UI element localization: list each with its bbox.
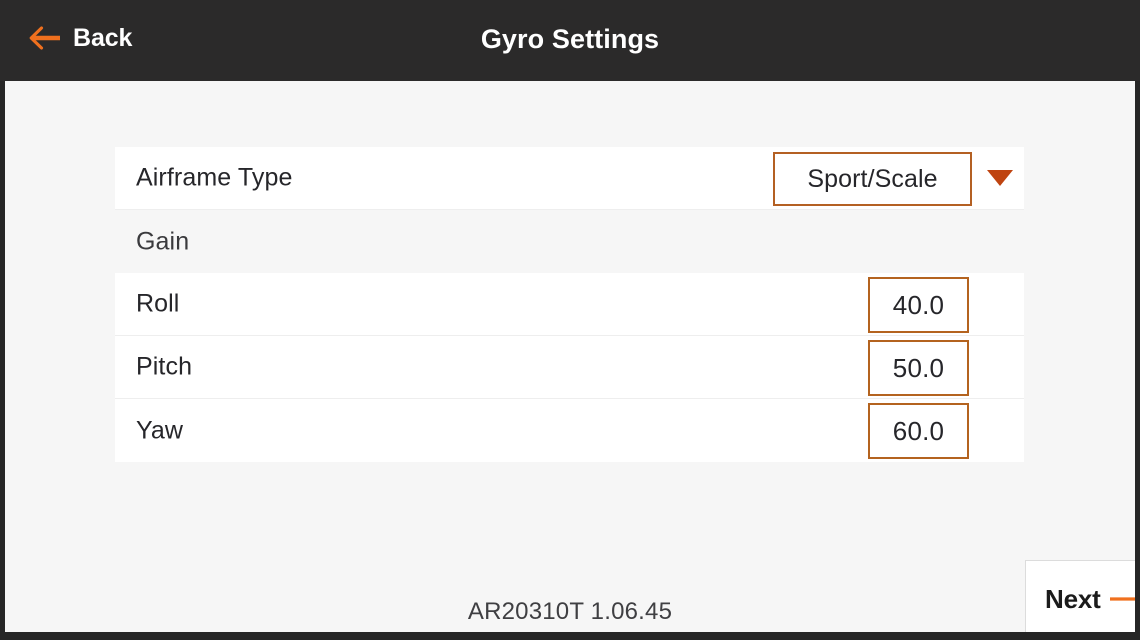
gain-section-label: Gain — [136, 227, 190, 255]
next-button[interactable]: Next — [1025, 560, 1135, 632]
yaw-value: 60.0 — [892, 416, 945, 446]
pitch-label: Pitch — [136, 352, 193, 381]
device-frame: Back Gyro Settings Airframe Type Sport/S… — [0, 0, 1140, 640]
title-bar: Back Gyro Settings — [0, 0, 1140, 81]
chevron-down-icon[interactable] — [983, 166, 1017, 190]
roll-label: Roll — [136, 289, 180, 318]
roll-value-field[interactable]: 40.0 — [868, 277, 969, 333]
page-body: Airframe Type Sport/Scale Gain Roll 40.0… — [5, 81, 1135, 632]
next-label: Next — [1045, 584, 1101, 614]
firmware-version: AR20310T 1.06.45 — [467, 598, 673, 625]
airframe-type-dropdown[interactable]: Sport/Scale — [773, 152, 972, 206]
pitch-value: 50.0 — [892, 353, 945, 383]
roll-value: 40.0 — [892, 290, 945, 320]
row-yaw: Yaw 60.0 — [115, 399, 1024, 462]
row-airframe-type: Airframe Type Sport/Scale — [115, 147, 1024, 210]
row-pitch: Pitch 50.0 — [115, 336, 1024, 399]
airframe-type-label: Airframe Type — [136, 163, 293, 192]
chevron-down-glyph — [987, 170, 1013, 186]
pitch-value-field[interactable]: 50.0 — [868, 340, 969, 396]
section-header-gain: Gain — [115, 210, 1024, 273]
yaw-label: Yaw — [136, 416, 184, 444]
page-title: Gyro Settings — [480, 24, 660, 54]
yaw-value-field[interactable]: 60.0 — [868, 403, 969, 459]
settings-card: Airframe Type Sport/Scale Gain Roll 40.0… — [115, 147, 1024, 462]
airframe-type-value: Sport/Scale — [807, 164, 938, 193]
row-roll: Roll 40.0 — [115, 273, 1024, 336]
arrow-right-icon — [1109, 597, 1135, 601]
